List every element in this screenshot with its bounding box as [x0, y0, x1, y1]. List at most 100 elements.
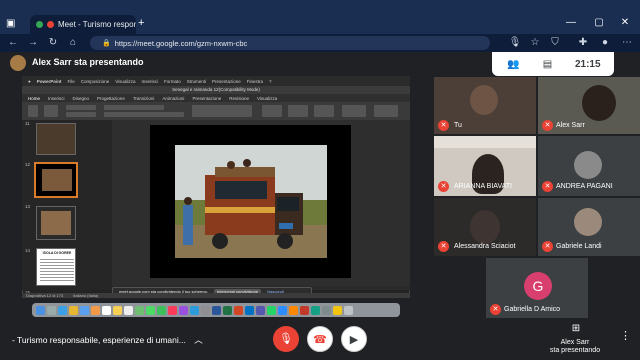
app-icon[interactable] [333, 305, 342, 315]
slide-thumbnail[interactable] [36, 123, 76, 155]
mac-menu-item: File [67, 78, 75, 84]
shield-icon[interactable]: ⛉ [548, 34, 562, 52]
reminders-icon[interactable] [124, 305, 133, 315]
mic-off-icon: ✕ [490, 304, 501, 315]
mic-indicator-icon[interactable]: 🎙 [508, 34, 522, 52]
maps-icon[interactable] [135, 305, 144, 315]
word-icon[interactable] [212, 305, 221, 315]
presenter-banner: Alex Sarr sta presentando [32, 57, 144, 67]
browser-tab-meet[interactable]: Meet - Turismo responsab ✕ [30, 15, 136, 34]
present-screen-icon[interactable]: ⊞ [569, 323, 583, 334]
facetime-icon[interactable] [157, 305, 166, 315]
mic-toggle-button[interactable]: 🎙 [273, 326, 299, 352]
slide-photo-bus [175, 145, 327, 258]
app-icon[interactable] [322, 305, 331, 315]
launchpad-icon[interactable] [47, 305, 56, 315]
home-icon[interactable]: ⌂ [66, 34, 80, 52]
calendar-icon[interactable] [102, 305, 111, 315]
maximize-icon[interactable]: ▢ [590, 17, 608, 28]
trash-icon[interactable] [344, 305, 353, 315]
participant-tile[interactable]: ✕ Alex Sarr [538, 77, 640, 134]
chevron-up-icon[interactable]: ︿ [194, 335, 203, 345]
status-slide-count: Diapositiva 12 di 173 [26, 293, 64, 298]
mac-menu-item: Finestra [246, 78, 264, 84]
excel-icon[interactable] [223, 305, 232, 315]
finder-icon[interactable] [36, 305, 45, 315]
mic-off-icon: ✕ [542, 120, 553, 131]
ppt-ribbon [22, 102, 410, 120]
camera-icon: ▶ [349, 334, 359, 346]
hang-up-button[interactable]: ☎ [307, 326, 333, 352]
reload-icon[interactable]: ↻ [46, 34, 60, 52]
participant-tile[interactable]: ✕ Alessandra Sciaciot [434, 198, 536, 256]
safari-icon[interactable] [58, 305, 67, 315]
back-icon[interactable]: ← [6, 34, 20, 52]
ribbon-tab: Presentazione [192, 95, 222, 101]
profile-icon[interactable]: ● [598, 34, 612, 52]
minimize-icon[interactable]: — [562, 17, 580, 28]
camera-toggle-button[interactable]: ▶ [341, 326, 367, 352]
music-icon[interactable] [168, 305, 177, 315]
slide-number: 13 [25, 204, 31, 209]
ribbon-button [288, 105, 308, 117]
phone-hangup-icon: ☎ [313, 334, 327, 346]
chat-icon[interactable]: ▤ [543, 59, 552, 70]
participant-tile[interactable]: ✕ Gabriele Landi [538, 198, 640, 256]
favorite-icon[interactable]: ☆ [528, 34, 542, 52]
presenter-avatar [10, 55, 26, 71]
clock: 21:15 [574, 58, 601, 70]
photos-icon[interactable] [91, 305, 100, 315]
notes-icon[interactable] [113, 305, 122, 315]
participant-tile[interactable]: ✕ ANDREA PAGANI [538, 136, 640, 196]
app-icon[interactable] [300, 305, 309, 315]
whatsapp-icon[interactable] [267, 305, 276, 315]
ribbon-button [262, 105, 282, 117]
url-field[interactable]: 🔒 https://meet.google.com/gzm-nxwm-cbc [90, 36, 490, 50]
participant-tile[interactable]: ✕ ARIANNA BIAVATI [434, 136, 536, 196]
meeting-title[interactable]: - Turismo responsabile, esperienze di um… [12, 334, 203, 346]
app-icon[interactable] [311, 305, 320, 315]
ribbon-button [66, 105, 96, 110]
status-language: Italiano (Italia) [73, 293, 99, 298]
new-tab-icon[interactable]: + [138, 17, 152, 29]
zoom-icon[interactable] [278, 305, 287, 315]
ribbon-format-row [104, 112, 184, 117]
participant-tile[interactable]: G ✕ Gabriella D Amico [486, 258, 588, 318]
chrome-icon[interactable] [69, 305, 78, 315]
podcasts-icon[interactable] [179, 305, 188, 315]
mac-dock [32, 303, 400, 317]
ribbon-tab: Animazioni [162, 95, 185, 101]
browser-menu-icon[interactable]: ▣ [6, 18, 22, 32]
extension-icon[interactable]: ✚ [576, 34, 590, 52]
apple-icon: ● [28, 78, 31, 84]
messages-icon[interactable] [146, 305, 155, 315]
slide-thumbnail[interactable] [36, 206, 76, 240]
participant-tile[interactable]: ✕ Tu [434, 77, 536, 134]
ppt-ribbon-tabs: Home Inserisci Disegno Progettazione Tra… [22, 94, 410, 102]
forward-icon[interactable]: → [26, 34, 40, 52]
ribbon-font-box [104, 105, 164, 110]
vlc-icon[interactable] [289, 305, 298, 315]
more-options-icon[interactable]: ⋮ [620, 329, 631, 342]
mac-menu-item: ? [269, 78, 272, 84]
participant-name: Gabriella D Amico [504, 306, 561, 313]
close-window-icon[interactable]: ✕ [616, 17, 634, 28]
settings-icon[interactable] [201, 305, 210, 315]
teams-icon[interactable] [256, 305, 265, 315]
appstore-icon[interactable] [190, 305, 199, 315]
ribbon-button [342, 105, 366, 117]
ribbon-tab: Inserisci [48, 95, 65, 101]
more-menu-icon[interactable]: ⋯ [620, 34, 634, 52]
outlook-icon[interactable] [245, 305, 254, 315]
mic-off-icon: ✕ [542, 241, 553, 252]
slide-thumbnail[interactable]: ISOLA DI GOREE [36, 248, 76, 286]
slide-thumbnail-selected[interactable] [34, 162, 78, 198]
mail-icon[interactable] [80, 305, 89, 315]
powerpoint-icon[interactable] [234, 305, 243, 315]
mac-menu-item: Composizione [80, 78, 110, 84]
participant-name: ARIANNA BIAVATI [454, 183, 512, 190]
presenting-label[interactable]: Alex Sarr sta presentando [548, 339, 602, 355]
thumb-title: ISOLA DI GOREE [42, 251, 72, 255]
meeting-title-text: - Turismo responsabile, esperienze di um… [12, 335, 186, 345]
people-icon[interactable]: 👥 [507, 59, 519, 70]
